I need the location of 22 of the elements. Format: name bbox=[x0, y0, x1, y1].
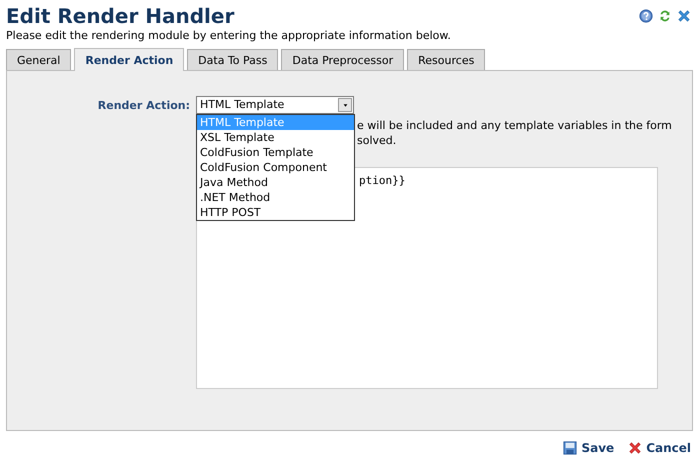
close-icon[interactable] bbox=[677, 9, 691, 23]
dropdown-option[interactable]: Java Method bbox=[197, 175, 354, 190]
cancel-x-icon bbox=[628, 441, 642, 455]
dropdown-option[interactable]: ColdFusion Template bbox=[197, 145, 354, 160]
cancel-button[interactable]: Cancel bbox=[628, 441, 691, 455]
dropdown-option[interactable]: .NET Method bbox=[197, 190, 354, 205]
save-button[interactable]: Save bbox=[563, 441, 614, 455]
page-subtitle: Please edit the rendering module by entering the appropriate information below. bbox=[6, 29, 452, 43]
refresh-icon[interactable] bbox=[658, 9, 672, 23]
tab[interactable]: General bbox=[6, 49, 72, 70]
tab[interactable]: Render Action bbox=[74, 48, 184, 71]
help-icon[interactable] bbox=[639, 9, 653, 23]
help-text: e will be included and any template variables in the form bbox=[357, 118, 673, 133]
tab[interactable]: Resources bbox=[407, 49, 486, 70]
tab[interactable]: Data To Pass bbox=[187, 49, 278, 70]
page-title: Edit Render Handler bbox=[6, 3, 234, 29]
caret-icon bbox=[342, 102, 348, 108]
field-label: Render Action: bbox=[96, 98, 190, 114]
tab[interactable]: Data Preprocessor bbox=[281, 49, 404, 70]
dropdown-option[interactable]: XSL Template bbox=[197, 130, 354, 145]
help-text: solved. bbox=[357, 133, 398, 148]
dropdown-option[interactable]: HTTP POST bbox=[197, 205, 354, 220]
